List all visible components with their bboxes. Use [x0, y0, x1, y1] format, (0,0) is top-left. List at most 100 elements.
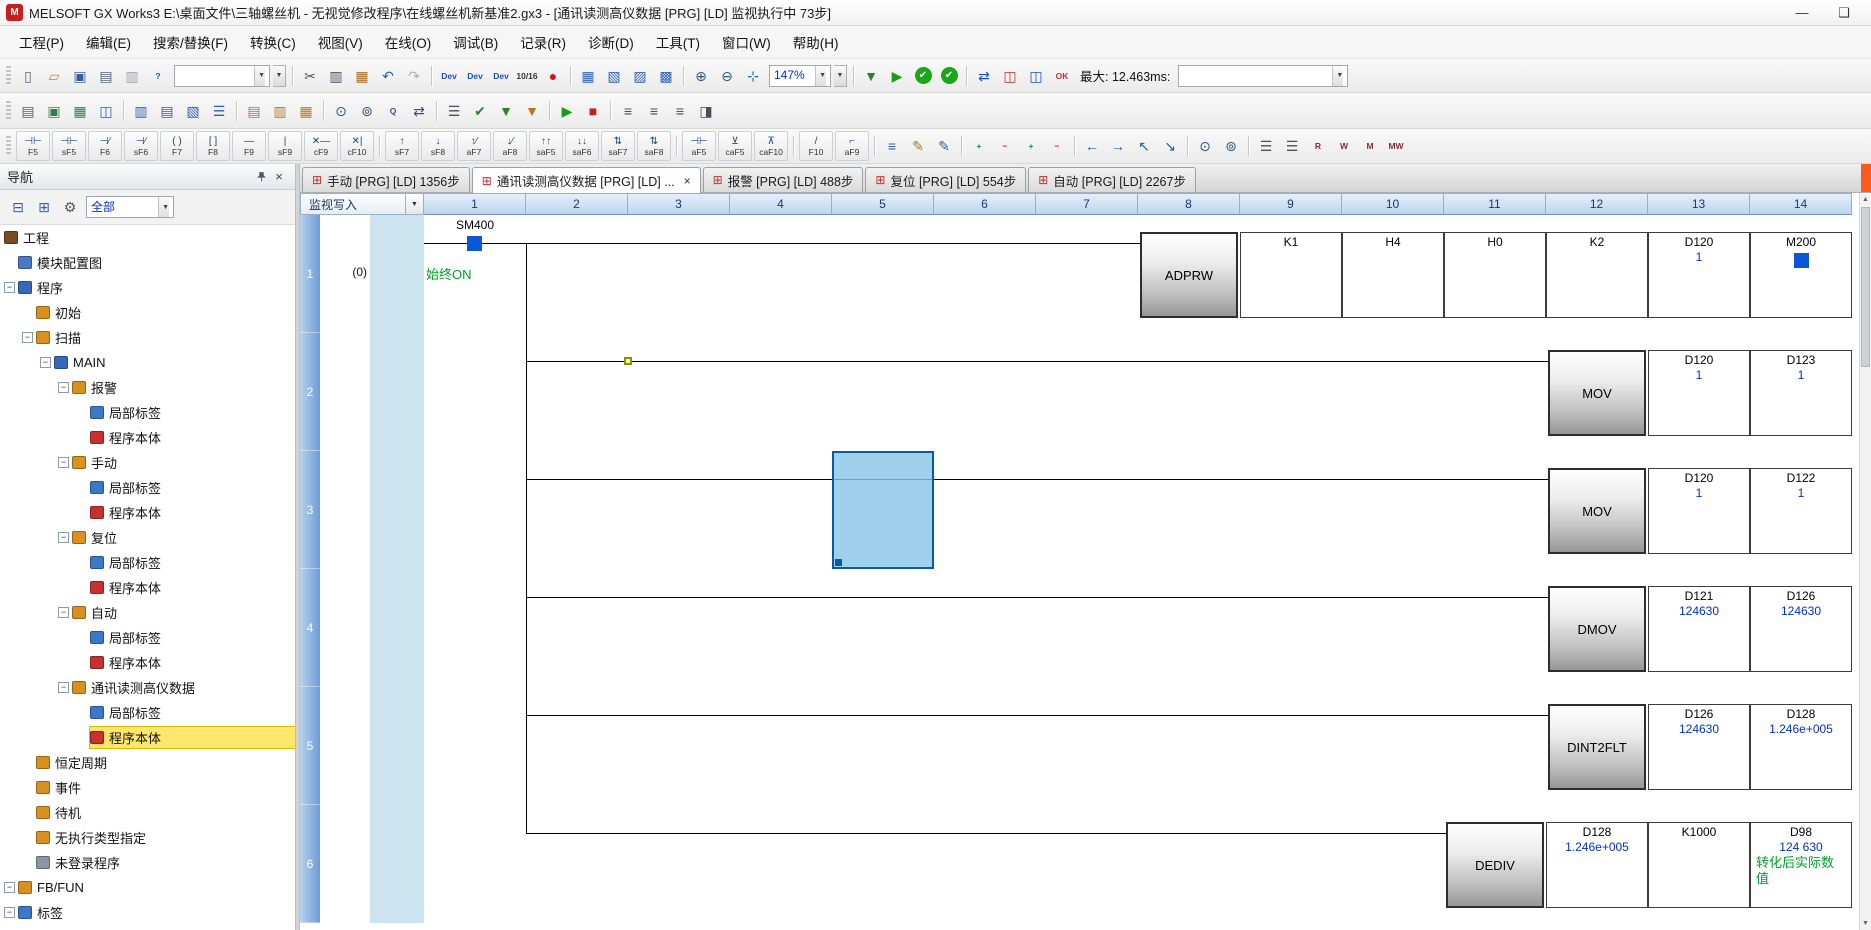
- print-preview-button[interactable]: ▥: [120, 64, 144, 88]
- monitor-start-button[interactable]: ✔: [911, 64, 935, 88]
- operand-k1000[interactable]: K1000: [1648, 822, 1750, 908]
- module-configuration-button[interactable]: ▥: [129, 99, 153, 123]
- falling-pulse-close-button[interactable]: ↓∕aF8: [493, 131, 527, 161]
- operand-m200[interactable]: M200: [1750, 232, 1852, 318]
- close-icon[interactable]: ×: [270, 168, 288, 186]
- operand-d126[interactable]: D126124630: [1750, 586, 1852, 672]
- copy-button[interactable]: ▥: [324, 64, 348, 88]
- find-string-button[interactable]: Q: [381, 99, 405, 123]
- tree-item-fixed-scan[interactable]: 恒定周期: [0, 750, 295, 775]
- tree-item-scan[interactable]: −扫描: [0, 325, 295, 350]
- monitor-write-mode-button[interactable]: MW: [1384, 134, 1408, 158]
- new-project-button[interactable]: ▯: [16, 64, 40, 88]
- simulation-stop-button[interactable]: ■: [581, 99, 605, 123]
- open-project-button[interactable]: ▱: [42, 64, 66, 88]
- output-window-button[interactable]: ▦: [68, 99, 92, 123]
- tree-item-comm-read-height-gauge-block[interactable]: −通讯读测高仪数据: [0, 675, 295, 700]
- quick-find-combo-arrow-icon[interactable]: ▼: [254, 66, 265, 86]
- read-mode-button[interactable]: R: [1306, 134, 1330, 158]
- tree-item-unregistered-program[interactable]: 未登录程序: [0, 850, 295, 875]
- pin-icon[interactable]: [252, 168, 270, 186]
- scrollbar-thumb[interactable]: [1861, 207, 1870, 367]
- operand-d126[interactable]: D126124630: [1648, 704, 1750, 790]
- delete-column-button[interactable]: −: [1045, 134, 1069, 158]
- find-device-button[interactable]: ⊙: [329, 99, 353, 123]
- operand-h0[interactable]: H0: [1444, 232, 1546, 318]
- tree-item-manual-block[interactable]: −手动: [0, 450, 295, 475]
- collapse-icon[interactable]: −: [58, 382, 69, 393]
- tree-item-standby[interactable]: 待机: [0, 800, 295, 825]
- quick-find-combo[interactable]: ▼: [174, 65, 270, 87]
- operand-h4[interactable]: H4: [1342, 232, 1444, 318]
- online-verify-button[interactable]: ◫: [1024, 64, 1048, 88]
- operand-d123[interactable]: D1231: [1750, 350, 1852, 436]
- scan-time-combo[interactable]: ▼: [1178, 65, 1348, 87]
- open-contact-button[interactable]: ⊣⊢F5: [16, 131, 50, 161]
- instruction-block-dediv[interactable]: DEDIV: [1446, 822, 1544, 908]
- convert-result-falling-button[interactable]: ⊼caF10: [754, 131, 788, 161]
- fbd-editor-button[interactable]: ▨: [628, 64, 652, 88]
- insert-column-button[interactable]: +: [1019, 134, 1043, 158]
- undo-button[interactable]: ↶: [376, 64, 400, 88]
- nav-filter-combo[interactable]: 全部▼: [86, 196, 174, 218]
- previous-device-button[interactable]: ↖: [1132, 134, 1156, 158]
- comment-display-button[interactable]: ≡: [668, 99, 692, 123]
- parameter-button[interactable]: ▤: [155, 99, 179, 123]
- tree-item-program-body-reset[interactable]: 程序本体: [0, 575, 295, 600]
- tree-item-local-label-alarm[interactable]: 局部标签: [0, 400, 295, 425]
- simulation-start-button[interactable]: ▶: [555, 99, 579, 123]
- zoom-out-button[interactable]: ⊖: [715, 64, 739, 88]
- closed-contact-button[interactable]: ⊣∕F6: [88, 131, 122, 161]
- collapse-icon[interactable]: −: [58, 457, 69, 468]
- maximize-button[interactable]: ❑: [1823, 2, 1865, 24]
- menu-item-view[interactable]: 视图(V): [307, 26, 374, 58]
- operand-k1[interactable]: K1: [1240, 232, 1342, 318]
- parallel-falling-pulse-close-button[interactable]: ⇅saF8: [637, 131, 671, 161]
- instruction-block-dint2flt[interactable]: DINT2FLT: [1548, 704, 1646, 790]
- menu-item-convert[interactable]: 转换(C): [239, 26, 307, 58]
- build-button[interactable]: ▼: [494, 99, 518, 123]
- paste-button[interactable]: ▦: [350, 64, 374, 88]
- delete-horizontal-line-button[interactable]: ✕—cF9: [304, 131, 338, 161]
- operand-k2[interactable]: K2: [1546, 232, 1648, 318]
- ladder-editor-button[interactable]: ▦: [576, 64, 600, 88]
- menu-item-edit[interactable]: 编辑(E): [75, 26, 142, 58]
- zoom-combo-arrow-icon[interactable]: ▼: [815, 66, 826, 86]
- device-batch-monitor-button[interactable]: Dev: [489, 64, 513, 88]
- rung-number[interactable]: 3: [300, 451, 320, 569]
- coil-button[interactable]: ( )F7: [160, 131, 194, 161]
- parallel-closed-contact-button[interactable]: ⊣∕sF6: [124, 131, 158, 161]
- tree-item-program-body-comm[interactable]: 程序本体: [0, 725, 295, 750]
- collapse-icon[interactable]: −: [22, 332, 33, 343]
- tree-item-program-body-auto[interactable]: 程序本体: [0, 650, 295, 675]
- tree-item-program-body-alarm[interactable]: 程序本体: [0, 425, 295, 450]
- zoom-in-button[interactable]: ⊕: [689, 64, 713, 88]
- tree-item-initial[interactable]: 初始: [0, 300, 295, 325]
- device-comment-window-button[interactable]: ▦: [294, 99, 318, 123]
- tree-item-local-label-manual[interactable]: 局部标签: [0, 475, 295, 500]
- rung-number[interactable]: 1: [300, 215, 320, 333]
- vertical-line-button[interactable]: |sF9: [268, 131, 302, 161]
- data-list-button[interactable]: ☰: [207, 99, 231, 123]
- check-ok-button[interactable]: OK: [1050, 64, 1074, 88]
- write-to-plc-button[interactable]: ⇄: [972, 64, 996, 88]
- parallel-open-contact-button[interactable]: ⊣⊢sF5: [52, 131, 86, 161]
- nav-display-filter-button[interactable]: ⊟: [6, 195, 30, 219]
- minimize-button[interactable]: —: [1781, 2, 1823, 24]
- instruction-block-dmov[interactable]: DMOV: [1548, 586, 1646, 672]
- monitor-stop-red-button[interactable]: ●: [541, 64, 565, 88]
- menu-item-project[interactable]: 工程(P): [8, 26, 75, 58]
- collapse-icon[interactable]: −: [58, 682, 69, 693]
- parallel-rising-pulse-button[interactable]: ↑↑saF5: [529, 131, 563, 161]
- tab-auto[interactable]: ⊞自动 [PRG] [LD] 2267步: [1028, 167, 1196, 192]
- save-project-button[interactable]: ▣: [68, 64, 92, 88]
- operand-d120[interactable]: D1201: [1648, 232, 1750, 318]
- zoom-combo[interactable]: 147%▼: [769, 65, 831, 87]
- invert-result-button[interactable]: ⊣⊢aF5: [682, 131, 716, 161]
- application-instruction-button[interactable]: [ ]F8: [196, 131, 230, 161]
- tree-item-event[interactable]: 事件: [0, 775, 295, 800]
- operand-d98[interactable]: D98124 630转化后实际数值: [1750, 822, 1852, 908]
- operand-d120[interactable]: D1201: [1648, 350, 1750, 436]
- tab-manual[interactable]: ⊞手动 [PRG] [LD] 1356步: [302, 167, 470, 192]
- tree-item-project-root[interactable]: 工程: [0, 225, 295, 250]
